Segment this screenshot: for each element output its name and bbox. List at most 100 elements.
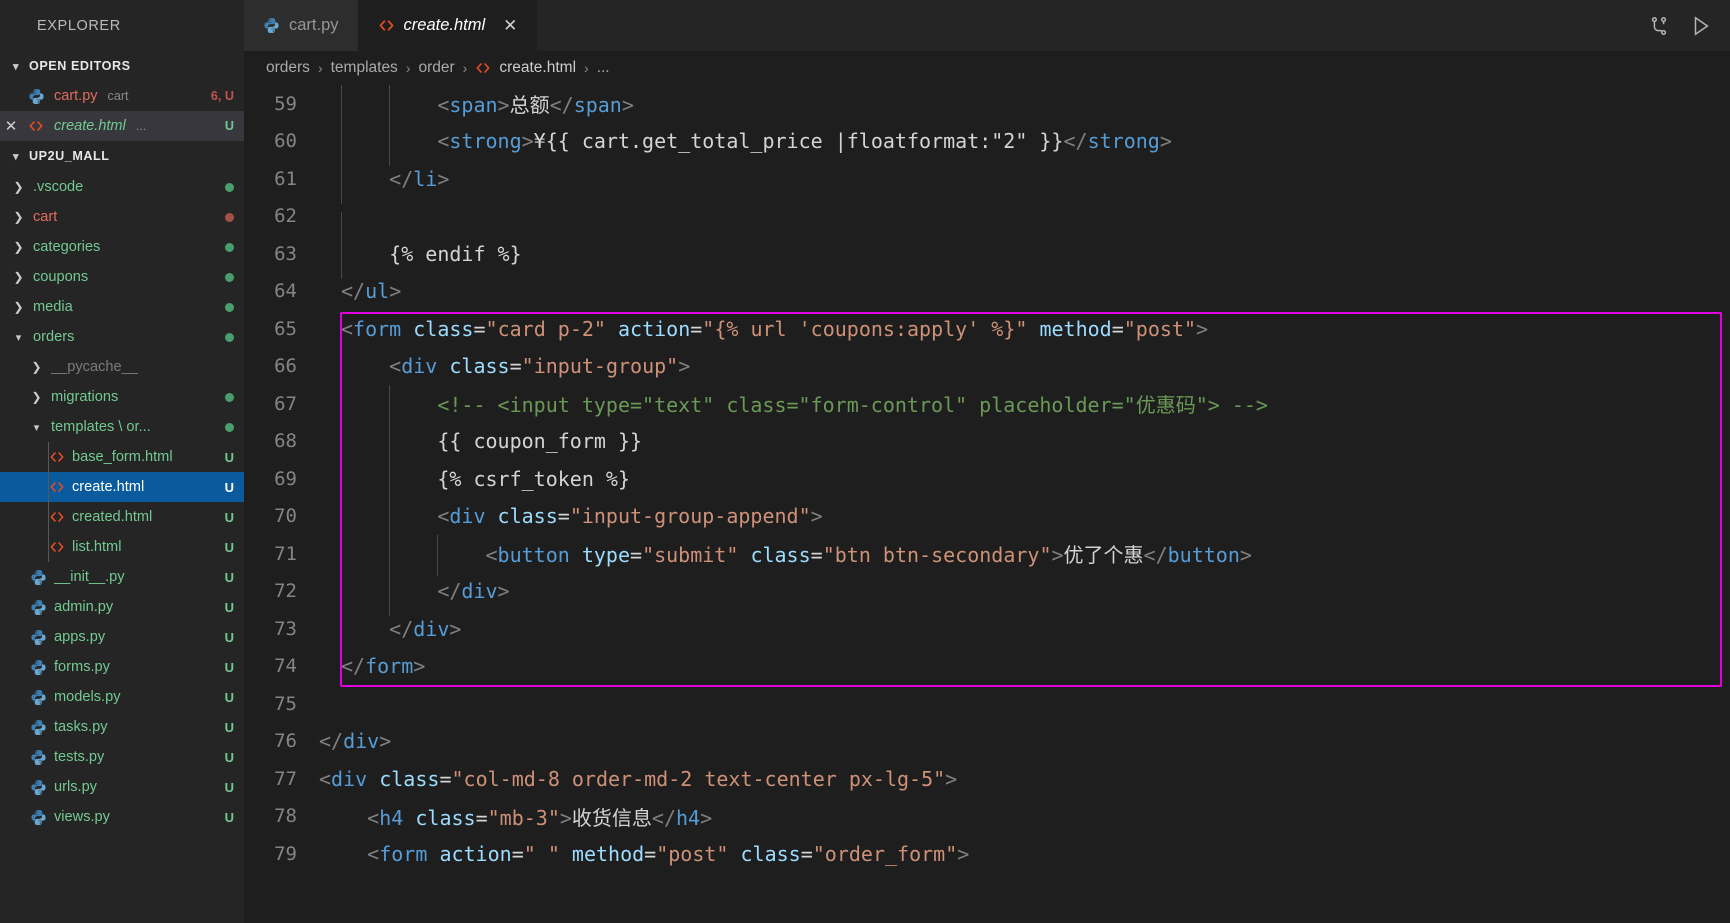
code-line-content[interactable]: <!-- <input type="text" class="form-cont… xyxy=(315,385,1730,427)
breadcrumb-file[interactable]: create.html xyxy=(499,59,576,77)
tree-item-forms-py[interactable]: forms.py U xyxy=(0,652,244,682)
code-token: "submit" xyxy=(642,543,739,568)
modified-indicator-dot xyxy=(225,182,234,192)
tree-item-list-html[interactable]: list.html U xyxy=(0,532,244,562)
chevron-right-icon[interactable]: ❯ xyxy=(10,300,27,314)
modified-indicator-dot xyxy=(225,422,234,432)
chevron-down-icon[interactable]: ▾ xyxy=(10,331,27,344)
chevron-right-icon[interactable]: ❯ xyxy=(10,210,27,224)
code-token: > xyxy=(437,166,450,191)
code-tokens: </div> xyxy=(341,617,461,641)
chevron-right-icon[interactable]: ❯ xyxy=(10,240,27,254)
tree-item-label: models.py xyxy=(54,689,121,705)
tree-item--vscode[interactable]: ❯ .vscode xyxy=(0,172,244,202)
code-tokens: <form class="card p-2" action="{% url 'c… xyxy=(341,317,1208,341)
tab-cart-py[interactable]: cart.py xyxy=(244,0,359,51)
run-play-icon[interactable] xyxy=(1690,15,1712,37)
line-number: 70 xyxy=(274,505,297,528)
chevron-down-icon[interactable]: ▾ xyxy=(28,421,45,434)
code-viewport[interactable]: 59 <span>总额</span> 60 <strong>¥{{ cart.ge… xyxy=(244,85,1730,923)
chevron-right-icon[interactable]: ❯ xyxy=(28,360,45,374)
breadcrumb-part[interactable]: orders xyxy=(266,59,310,77)
tree-item-created-html[interactable]: created.html U xyxy=(0,502,244,532)
code-line-content[interactable]: </ul> xyxy=(315,279,1730,303)
breadcrumb-part[interactable]: order xyxy=(418,59,454,77)
chevron-right-icon[interactable]: ❯ xyxy=(10,180,27,194)
chevron-right-icon[interactable]: ❯ xyxy=(28,390,45,404)
code-token: > xyxy=(521,129,534,154)
code-tokens: <!-- <input type="text" class="form-cont… xyxy=(341,393,1268,417)
tree-item-label: categories xyxy=(33,239,101,255)
code-token: = xyxy=(810,543,823,568)
code-tokens: </div> xyxy=(341,579,509,603)
line-number: 74 xyxy=(274,655,297,678)
line-number: 66 xyxy=(274,355,297,378)
tree-item-create-html[interactable]: create.html U xyxy=(0,472,244,502)
tree-item-base-form-html[interactable]: base_form.html U xyxy=(0,442,244,472)
code-line-content[interactable]: {% endif %} xyxy=(315,237,1730,279)
code-token: > xyxy=(389,279,402,304)
tree-item-media[interactable]: ❯ media xyxy=(0,292,244,322)
html-icon xyxy=(475,60,491,76)
code-line-content[interactable]: </li> xyxy=(315,162,1730,204)
code-line-content[interactable]: {% csrf_token %} xyxy=(315,462,1730,504)
tree-item-cart[interactable]: ❯ cart xyxy=(0,202,244,232)
code-line-content[interactable]: {{ coupon_form }} xyxy=(315,425,1730,467)
code-token: "col-md-8 order-md-2 text-center px-lg-5… xyxy=(451,766,946,791)
code-line-content[interactable]: <span>总额</span> xyxy=(315,85,1730,127)
code-line-content[interactable]: <button type="submit" class="btn btn-sec… xyxy=(315,535,1730,577)
code-line-content[interactable]: </div> xyxy=(315,575,1730,617)
code-line-content[interactable]: </div> xyxy=(315,729,1730,753)
close-icon[interactable]: ✕ xyxy=(503,17,517,34)
code-token: > xyxy=(945,766,958,791)
code-line-content[interactable]: <h4 class="mb-3">收货信息</h4> xyxy=(315,802,1730,831)
tabstrip-filler xyxy=(937,0,1630,51)
code-token: = xyxy=(511,841,524,866)
tree-item-models-py[interactable]: models.py U xyxy=(0,682,244,712)
tree-item-categories[interactable]: ❯ categories xyxy=(0,232,244,262)
code-line-content[interactable]: <strong>¥{{ cart.get_total_price |floatf… xyxy=(315,125,1730,167)
tree-item--pycache-[interactable]: ❯ __pycache__ xyxy=(0,352,244,382)
chevron-right-icon[interactable]: ❯ xyxy=(10,270,27,284)
code-line: 71 <button type="submit" class="btn btn-… xyxy=(244,535,1730,577)
tree-item-tests-py[interactable]: tests.py U xyxy=(0,742,244,772)
tree-item-admin-py[interactable]: admin.py U xyxy=(0,592,244,622)
tree-item-label: tests.py xyxy=(54,749,105,765)
code-line-content[interactable]: <div class="input-group"> xyxy=(315,350,1730,392)
close-icon[interactable]: ✕ xyxy=(0,117,22,135)
tree-item--init-py[interactable]: __init__.py U xyxy=(0,562,244,592)
open-editor-item[interactable]: cart.py cart 6, U xyxy=(0,81,244,111)
code-line-content[interactable]: </form> xyxy=(315,654,1730,678)
code-line-content[interactable]: <div class="input-group-append"> xyxy=(315,500,1730,542)
code-tokens: {% endif %} xyxy=(341,242,521,266)
tree-item-migrations[interactable]: ❯ migrations xyxy=(0,382,244,412)
breadcrumb[interactable]: orders › templates › order › create.html ›... xyxy=(244,51,1730,85)
workspace-header[interactable]: ▾ UP2U_MALL xyxy=(0,141,244,171)
code-line-content[interactable]: <form class="card p-2" action="{% url 'c… xyxy=(315,317,1730,341)
tree-item-urls-py[interactable]: urls.py U xyxy=(0,772,244,802)
indent-guide xyxy=(341,612,342,654)
status-badge: U xyxy=(224,119,234,133)
source-control-icon[interactable] xyxy=(1648,15,1670,37)
code-line-content[interactable]: <form action=" " method="post" class="or… xyxy=(315,842,1730,866)
open-editors-header[interactable]: ▾ OPEN EDITORS xyxy=(0,51,244,81)
tab-create-html[interactable]: create.html ✕ xyxy=(358,0,538,51)
tree-item-views-py[interactable]: views.py U xyxy=(0,802,244,832)
code-line-content[interactable]: <div class="col-md-8 order-md-2 text-cen… xyxy=(315,767,1730,791)
status-badge: 6, U xyxy=(210,89,234,103)
line-number: 68 xyxy=(274,430,297,453)
tree-item-apps-py[interactable]: apps.py U xyxy=(0,622,244,652)
indent-guide xyxy=(341,237,342,279)
tree-item-coupons[interactable]: ❯ coupons xyxy=(0,262,244,292)
code-token: <!-- <input type="text" class="form-cont… xyxy=(437,393,1268,418)
breadcrumb-ellipsis[interactable]: ... xyxy=(597,59,610,77)
open-editor-item[interactable]: ✕ create.html... U xyxy=(0,111,244,141)
code-token: < xyxy=(341,316,354,341)
breadcrumb-part[interactable]: templates xyxy=(331,59,398,77)
tree-item-tasks-py[interactable]: tasks.py U xyxy=(0,712,244,742)
tree-item-templates-or-[interactable]: ▾ templates \ or... xyxy=(0,412,244,442)
code-line-content[interactable]: </div> xyxy=(315,612,1730,654)
tree-item-orders[interactable]: ▾ orders xyxy=(0,322,244,352)
